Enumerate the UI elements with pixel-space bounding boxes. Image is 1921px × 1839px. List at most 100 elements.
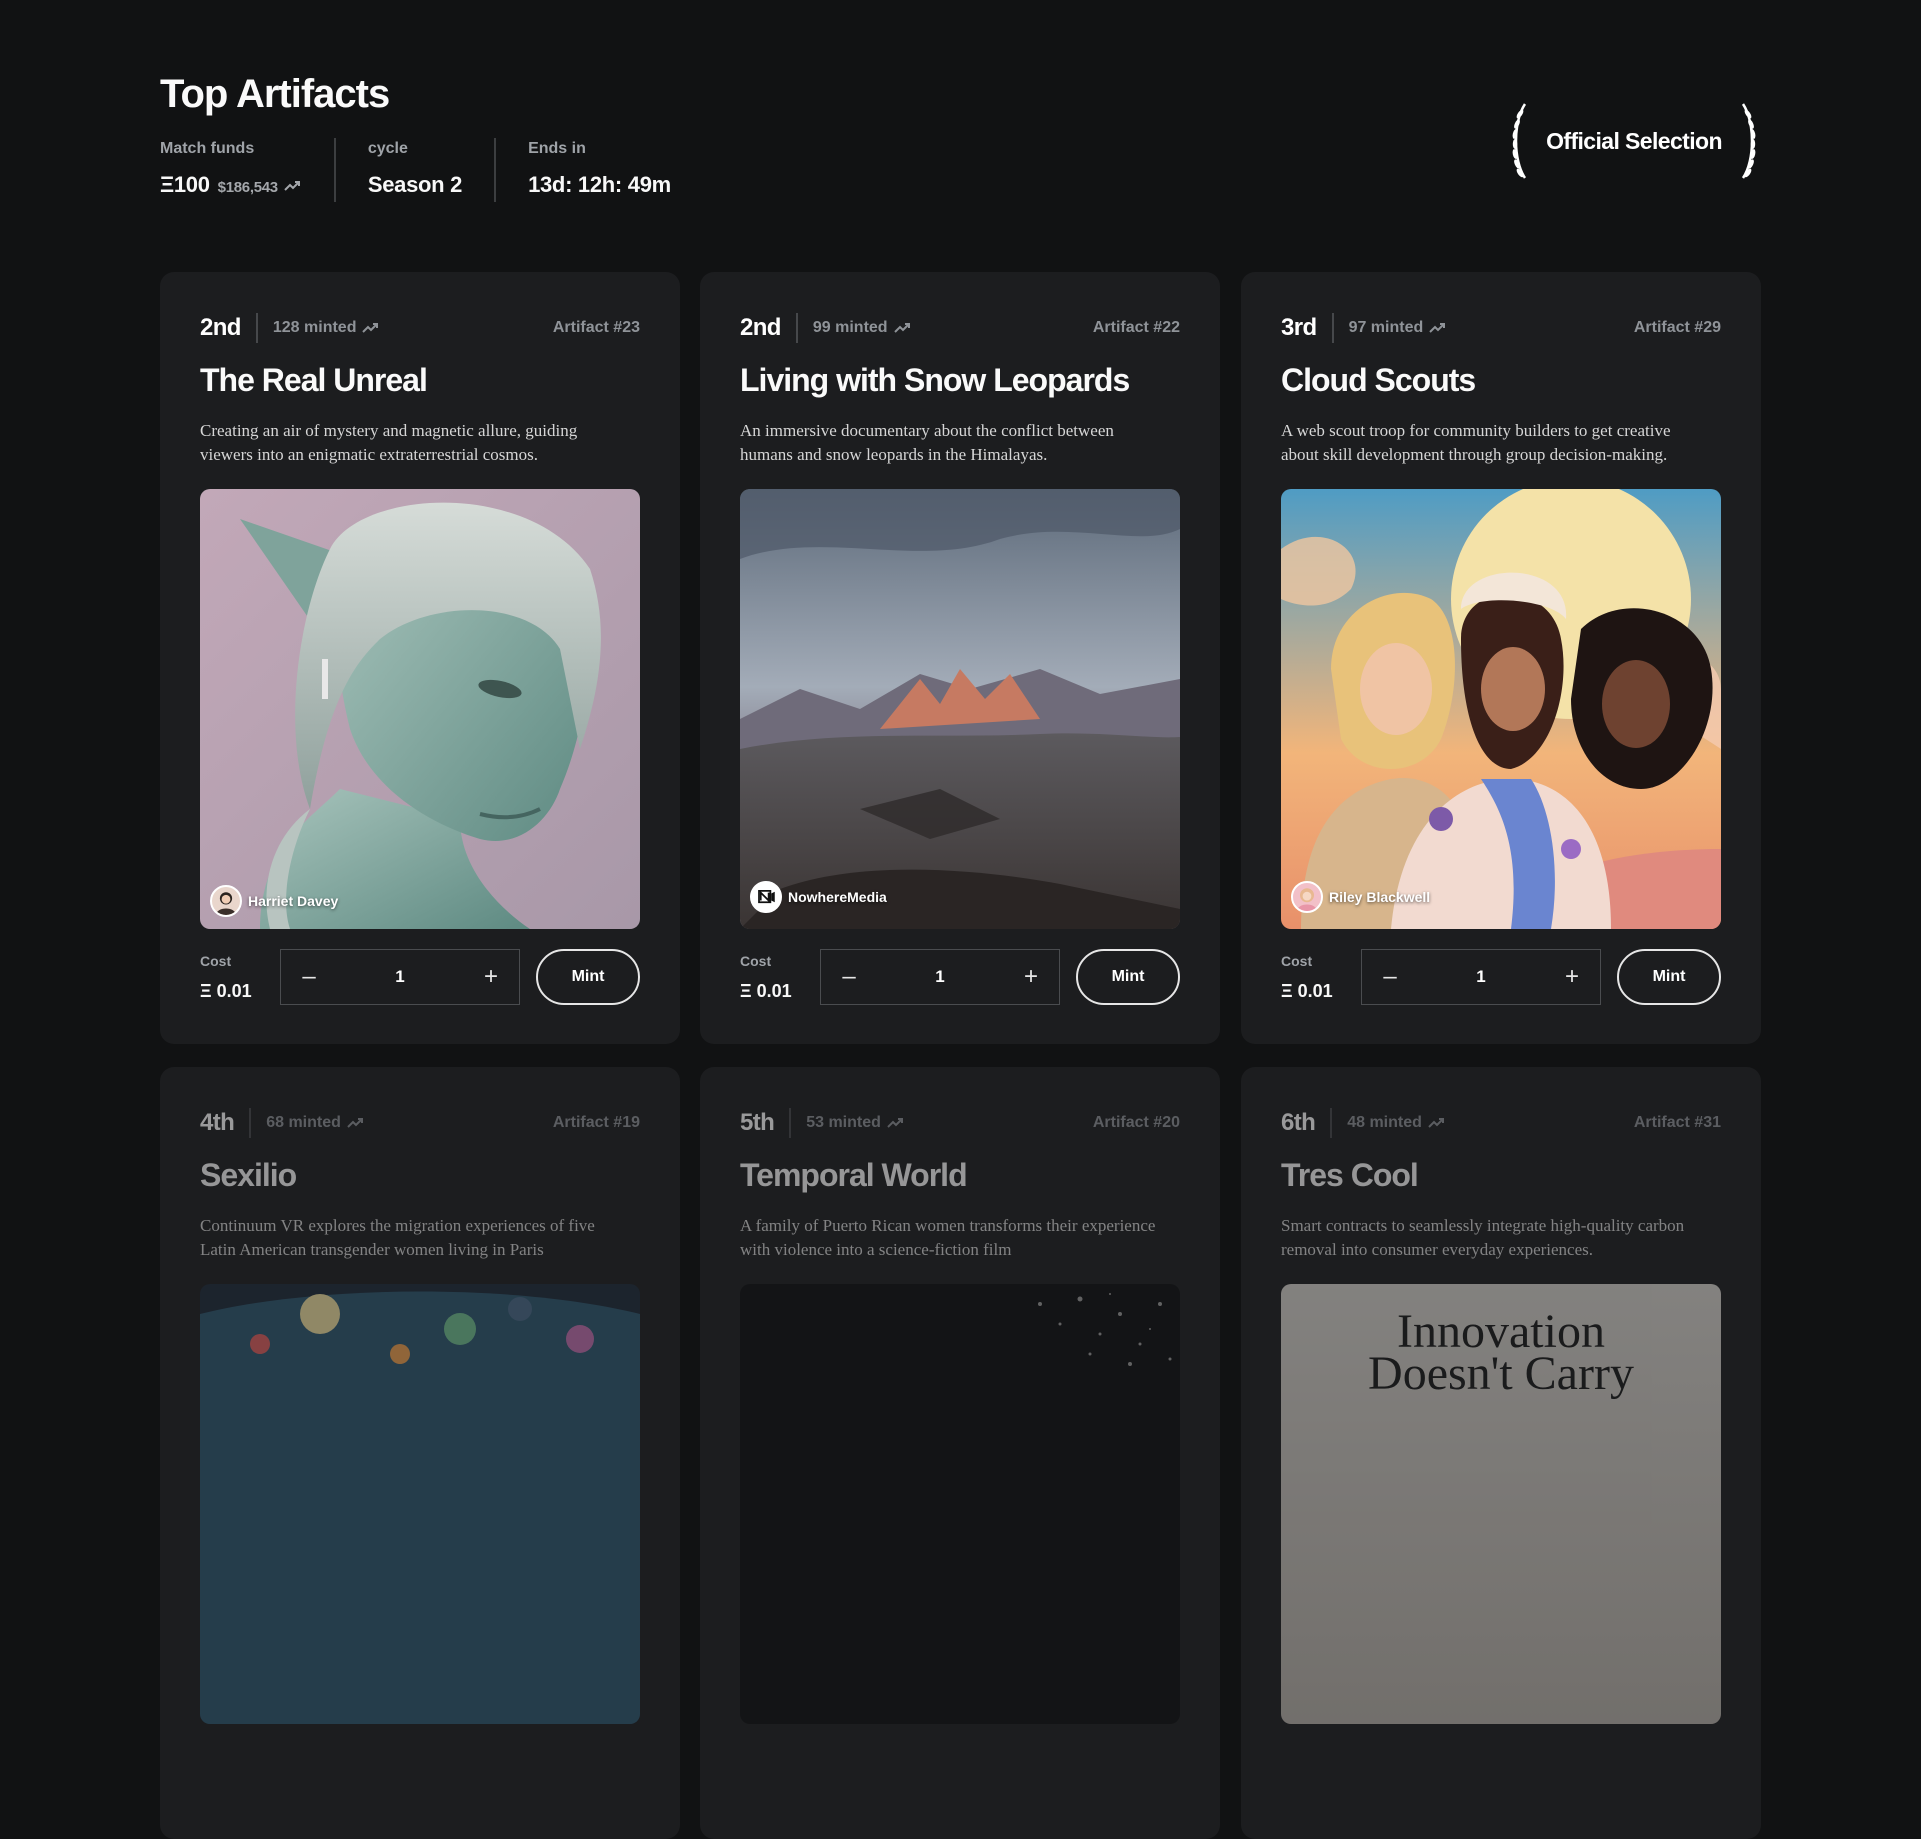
minted-count: 53 minted (806, 1114, 881, 1131)
trend-up-icon (1428, 1118, 1444, 1128)
scouts-illustration (1281, 489, 1721, 929)
artifact-number: Artifact #23 (552, 319, 640, 336)
card-meta: 5th 53 minted Artifact #20 (740, 1107, 1180, 1139)
decrement-button[interactable]: – (821, 950, 877, 1004)
trend-up-icon (284, 181, 300, 191)
decrement-button[interactable]: – (281, 950, 337, 1004)
cost-label: Cost (740, 952, 772, 969)
badge-label: Official Selection (1546, 127, 1722, 154)
cost-value: Ξ 0.01 (200, 980, 252, 1001)
artwork-image[interactable]: Riley Blackwell (1281, 489, 1721, 929)
divider (795, 313, 798, 343)
mint-button[interactable]: Mint (1617, 949, 1721, 1005)
quantity-value: 1 (395, 967, 405, 986)
card-title[interactable]: Temporal World (740, 1157, 1180, 1194)
divider (789, 1108, 792, 1138)
stat-value: Ξ100 $186,543 (160, 172, 302, 198)
purchase-row: Cost Ξ 0.01 – 1 + Mint (200, 949, 640, 1005)
quantity-value: 1 (1476, 967, 1486, 986)
trend-up-icon (347, 1118, 363, 1128)
divider (1330, 1108, 1333, 1138)
increment-button[interactable]: + (1003, 950, 1059, 1004)
vr-colorful-illustration (200, 1284, 640, 1724)
artwork-image[interactable]: Innovation Doesn't Carry (1281, 1284, 1721, 1724)
stats-bar: Match funds Ξ100 $186,543 cycle Season 2… (160, 138, 735, 202)
rank-label: 6th (1281, 1109, 1316, 1136)
rank-label: 3rd (1281, 314, 1317, 341)
artifact-card[interactable]: 2nd 99 minted Artifact #22 Living with S… (700, 272, 1220, 1044)
increment-button[interactable]: + (1544, 950, 1600, 1004)
card-title[interactable]: Cloud Scouts (1281, 362, 1721, 399)
mint-button[interactable]: Mint (1076, 949, 1180, 1005)
card-description: A family of Puerto Rican women transform… (740, 1216, 1156, 1259)
card-description: A web scout troop for community builders… (1281, 421, 1671, 464)
artwork-image[interactable]: Harriet Davey (200, 489, 640, 929)
card-meta: 3rd 97 minted Artifact #29 (1281, 312, 1721, 344)
stat-label: Ends in (528, 140, 586, 157)
artifact-card[interactable]: 2nd 128 minted Artifact #23 The Real Unr… (160, 272, 680, 1044)
decrement-button[interactable]: – (1362, 950, 1418, 1004)
cost-value: Ξ 0.01 (1281, 980, 1333, 1001)
purchase-row: Cost Ξ 0.01 – 1 + Mint (740, 949, 1180, 1005)
minted-count: 99 minted (812, 319, 888, 336)
dark-particles-illustration (740, 1284, 1180, 1724)
creator-tag[interactable]: Harriet Davey (210, 885, 338, 917)
quantity-stepper[interactable]: – 1 + (1361, 949, 1601, 1005)
card-title[interactable]: Sexilio (200, 1157, 640, 1194)
card-title[interactable]: Tres Cool (1281, 1157, 1721, 1194)
cost-label: Cost (200, 952, 232, 969)
artifact-card[interactable]: 5th 53 minted Artifact #20 Temporal Worl… (700, 1067, 1220, 1839)
artifact-number: Artifact #29 (1633, 319, 1721, 336)
stat-value: 13d: 12h: 49m (528, 172, 671, 197)
trend-up-icon (362, 323, 379, 333)
divider (1331, 313, 1334, 343)
artwork-image[interactable] (200, 1284, 640, 1724)
rank-label: 5th (740, 1109, 775, 1136)
cost-value: Ξ 0.01 (740, 980, 792, 1001)
mint-button[interactable]: Mint (536, 949, 640, 1005)
creator-tag[interactable]: NowhereMedia (750, 881, 887, 913)
avatar (210, 885, 242, 917)
cost-block: Cost Ξ 0.01 (740, 953, 820, 1002)
card-description: An immersive documentary about the confl… (740, 421, 1114, 464)
divider (255, 313, 258, 343)
artifact-number: Artifact #19 (552, 1114, 640, 1131)
stat-label: cycle (367, 140, 408, 157)
quantity-stepper[interactable]: – 1 + (820, 949, 1060, 1005)
cost-label: Cost (1281, 952, 1313, 969)
creator-name: NowhereMedia (788, 889, 887, 905)
alien-portrait-illustration (200, 489, 640, 929)
card-description: Smart contracts to seamlessly integrate … (1281, 1216, 1685, 1259)
card-description: Creating an air of mystery and magnetic … (200, 421, 578, 464)
creator-name: Riley Blackwell (1329, 889, 1431, 905)
artwork-image[interactable] (740, 1284, 1180, 1724)
match-funds-eth: Ξ100 (160, 172, 210, 197)
artifact-number: Artifact #31 (1633, 1114, 1721, 1131)
stat-match-funds: Match funds Ξ100 $186,543 (160, 138, 336, 202)
stat-cycle: cycle Season 2 (367, 138, 497, 202)
card-meta: 4th 68 minted Artifact #19 (200, 1107, 640, 1139)
quantity-stepper[interactable]: – 1 + (280, 949, 520, 1005)
artwork-image[interactable]: NowhereMedia (740, 489, 1180, 929)
stat-ends-in: Ends in 13d: 12h: 49m (528, 138, 703, 202)
increment-button[interactable]: + (463, 950, 519, 1004)
mountain-landscape-illustration (740, 489, 1180, 929)
card-title[interactable]: Living with Snow Leopards (740, 362, 1180, 399)
match-funds-usd: $186,543 (217, 179, 278, 196)
minted-count: 128 minted (272, 319, 357, 336)
artifact-number: Artifact #20 (1092, 1114, 1180, 1131)
artifact-card[interactable]: 3rd 97 minted Artifact #29 Cloud Scouts … (1241, 272, 1761, 1044)
minted-count: 48 minted (1347, 1114, 1422, 1131)
card-meta: 2nd 99 minted Artifact #22 (740, 312, 1180, 344)
minted-count: 68 minted (266, 1114, 341, 1131)
avatar (750, 881, 782, 913)
artifact-card[interactable]: 4th 68 minted Artifact #19 Sexilio Conti… (160, 1067, 680, 1839)
minted-count: 97 minted (1348, 319, 1424, 336)
creator-tag[interactable]: Riley Blackwell (1291, 881, 1430, 913)
rank-label: 2nd (740, 314, 781, 341)
creator-name: Harriet Davey (248, 893, 339, 909)
card-meta: 6th 48 minted Artifact #31 (1281, 1107, 1721, 1139)
card-title[interactable]: The Real Unreal (200, 362, 640, 399)
artifact-card[interactable]: 6th 48 minted Artifact #31 Tres Cool Sma… (1241, 1067, 1761, 1839)
avatar (1291, 881, 1323, 913)
